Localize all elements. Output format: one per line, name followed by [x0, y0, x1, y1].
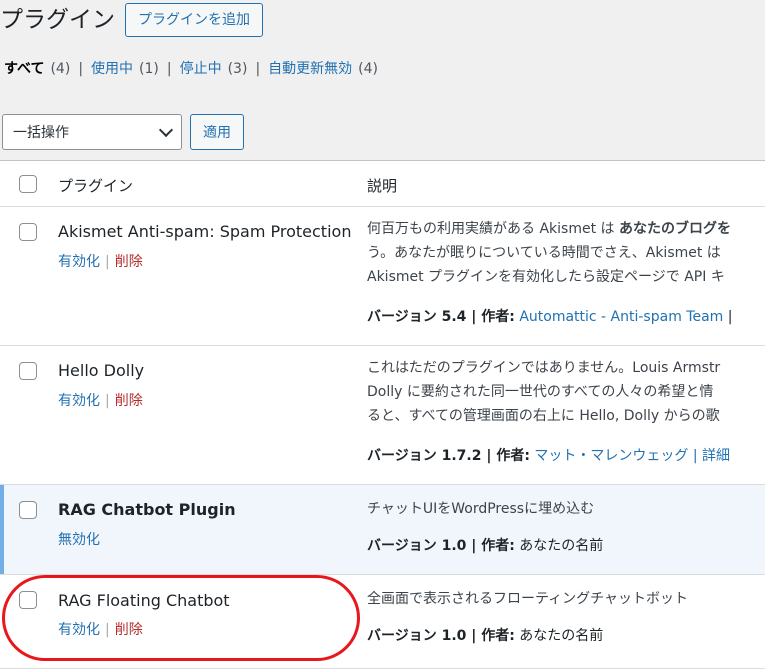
page-header: プラグイン プラグインを追加	[0, 0, 263, 40]
plugin-checkbox[interactable]	[19, 501, 37, 519]
plugin-actions: 無効化	[58, 529, 100, 549]
table-row-active: RAG Chatbot Plugin 無効化 チャットUIをWordPressに…	[0, 485, 765, 575]
plugin-checkbox[interactable]	[19, 362, 37, 380]
chevron-down-icon	[158, 122, 174, 138]
page-title: プラグイン	[0, 7, 115, 33]
activate-link[interactable]: 有効化	[58, 622, 100, 638]
status-filters: すべて (4) | 使用中 (1) | 停止中 (3) | 自動更新無効 (4)	[4, 58, 378, 80]
plugin-name: Akismet Anti-spam: Spam Protection	[58, 222, 352, 241]
plugins-table: プラグイン 説明 Akismet Anti-spam: Spam Protect…	[0, 160, 765, 669]
plugin-description: 何百万もの利用実績がある Akismet は あなたのブログを う。あなたが眠り…	[367, 221, 731, 285]
delete-link[interactable]: 削除	[115, 254, 143, 270]
filter-active[interactable]: 使用中 (1)	[91, 58, 159, 80]
table-row: Hello Dolly 有効化 | 削除 これはただのプラグインではありません。Lo…	[0, 346, 765, 485]
plugin-checkbox[interactable]	[19, 591, 37, 609]
plugin-meta: バージョン 5.4 | 作者: Automattic - Anti-spam T…	[367, 309, 733, 325]
plugin-name: RAG Chatbot Plugin	[58, 500, 236, 519]
select-all-checkbox[interactable]	[19, 175, 37, 193]
plugin-meta: バージョン 1.7.2 | 作者: マット・マレンウェッグ | 詳細	[367, 448, 730, 464]
plugin-meta: バージョン 1.0 | 作者: あなたの名前	[367, 538, 604, 554]
table-row: Akismet Anti-spam: Spam Protection 有効化 | 削…	[0, 207, 765, 346]
plugin-name: Hello Dolly	[58, 361, 145, 380]
plugin-description: 全画面で表示されるフローティングチャットボット	[367, 591, 689, 607]
delete-link[interactable]: 削除	[115, 622, 143, 638]
filter-inactive[interactable]: 停止中 (3)	[180, 58, 248, 80]
active-indicator	[0, 485, 4, 574]
column-description: 説明	[367, 177, 398, 195]
plugin-checkbox[interactable]	[19, 223, 37, 241]
delete-link[interactable]: 削除	[115, 393, 143, 409]
plugin-description: これはただのプラグインではありません。Louis Armstr Dolly に要…	[367, 360, 721, 424]
author-link[interactable]: Automattic - Anti-spam Team	[519, 309, 723, 325]
filter-all[interactable]: すべて (4)	[4, 58, 70, 80]
activate-link[interactable]: 有効化	[58, 393, 100, 409]
bulk-action-select[interactable]: 一括操作	[2, 114, 182, 150]
author-link[interactable]: マット・マレンウェッグ	[534, 448, 688, 464]
table-header: プラグイン 説明	[0, 161, 765, 207]
plugin-actions: 有効化 | 削除	[58, 254, 143, 270]
column-plugin: プラグイン	[58, 177, 134, 195]
filter-auto-update-disabled[interactable]: 自動更新無効 (4)	[268, 58, 378, 80]
plugin-actions: 有効化 | 削除	[58, 622, 143, 638]
plugin-description: チャットUIをWordPressに埋め込む	[367, 501, 595, 517]
plugin-meta: バージョン 1.0 | 作者: あなたの名前	[367, 628, 604, 644]
plugin-name: RAG Floating Chatbot	[58, 591, 230, 610]
add-plugin-button[interactable]: プラグインを追加	[125, 3, 263, 37]
table-row: RAG Floating Chatbot 有効化 | 削除 全画面で表示されるフロー…	[0, 575, 765, 669]
deactivate-link[interactable]: 無効化	[58, 532, 100, 548]
plugin-actions: 有効化 | 削除	[58, 393, 143, 409]
apply-button[interactable]: 適用	[190, 114, 244, 150]
bulk-actions: 一括操作 適用	[2, 114, 244, 150]
activate-link[interactable]: 有効化	[58, 254, 100, 270]
